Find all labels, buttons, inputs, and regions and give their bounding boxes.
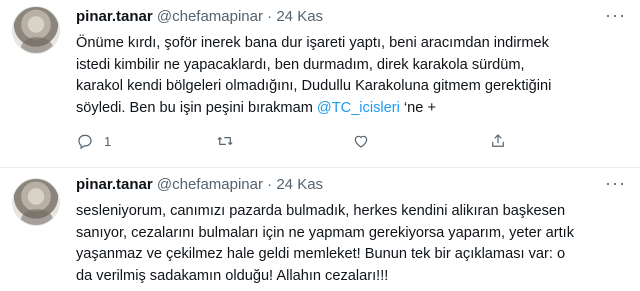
avatar[interactable]: [12, 178, 60, 226]
tweet-text-segment: söyledi. Ben bu işin peşini bırakmam: [76, 99, 317, 116]
tweet-text-line: istedi kimbilir ne yapacaklardı, ben dur…: [76, 56, 525, 73]
reply-button[interactable]: 1: [76, 132, 111, 150]
separator-dot: ·: [267, 176, 273, 193]
reply-icon: [78, 134, 92, 150]
tweet-text-line: da verilmiş sadakamın olduğu! Allahın ce…: [76, 267, 389, 284]
more-horizontal-icon[interactable]: ···: [605, 6, 626, 24]
author-name[interactable]: pinar.tanar: [76, 176, 153, 193]
tweet-actions: 1: [76, 132, 616, 154]
retweet-icon: [217, 136, 233, 146]
like-button[interactable]: [352, 132, 380, 150]
tweet-text-line: söyledi. Ben bu işin peşini bırakmam @TC…: [76, 98, 616, 120]
author-handle[interactable]: @chefamapinar: [157, 176, 263, 193]
mention-link[interactable]: @TC_icisleri: [317, 100, 400, 116]
tweet-text-line: sesleniyorum, canımızı pazarda bulmadık,…: [76, 203, 566, 219]
reply-count: 1: [104, 133, 112, 149]
tweet-header: pinar.tanar @chefamapinar · 24 Kas: [76, 8, 323, 26]
tweet-text: Önüme kırdı, şoför inerek bana dur işare…: [76, 33, 616, 119]
tweet-text-line: yaşanmaz ve çekilmez hale geldi memleket…: [76, 246, 566, 262]
author-handle[interactable]: @chefamapinar: [157, 8, 263, 25]
tweet-1[interactable]: pinar.tanar @chefamapinar · 24 Kas ··· Ö…: [0, 0, 640, 168]
tweet-header: pinar.tanar @chefamapinar · 24 Kas: [76, 176, 323, 194]
retweet-button[interactable]: [216, 132, 244, 150]
tweet-text-segment: ‘ne +: [399, 99, 436, 116]
tweet-text-line: karakol kendi bölgeleri olmadığını, Dudu…: [76, 78, 552, 94]
tweet-2[interactable]: pinar.tanar @chefamapinar · 24 Kas ··· s…: [0, 168, 640, 291]
more-horizontal-icon[interactable]: ···: [605, 174, 626, 192]
tweet-timestamp[interactable]: 24 Kas: [276, 176, 323, 193]
share-icon: [492, 134, 504, 147]
avatar[interactable]: [12, 6, 60, 54]
tweet-text: sesleniyorum, canımızı pazarda bulmadık,…: [76, 201, 616, 287]
tweet-text-line: Önüme kırdı, şoför inerek bana dur işare…: [76, 35, 549, 51]
tweet-timestamp[interactable]: 24 Kas: [276, 8, 323, 25]
like-icon: [354, 135, 368, 148]
author-name[interactable]: pinar.tanar: [76, 8, 153, 25]
separator-dot: ·: [267, 8, 273, 25]
tweet-text-line: sanıyor, cezalarını bulmaları için ne ya…: [76, 224, 575, 241]
share-button[interactable]: [489, 132, 507, 150]
